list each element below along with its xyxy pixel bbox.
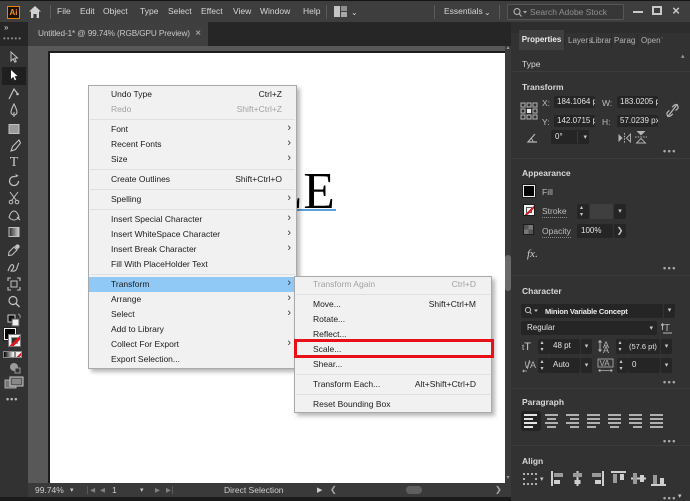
svg-text:VA: VA xyxy=(600,359,611,368)
svg-text:T: T xyxy=(664,323,670,334)
svg-text:A: A xyxy=(530,360,536,370)
svg-text:A: A xyxy=(603,345,609,354)
